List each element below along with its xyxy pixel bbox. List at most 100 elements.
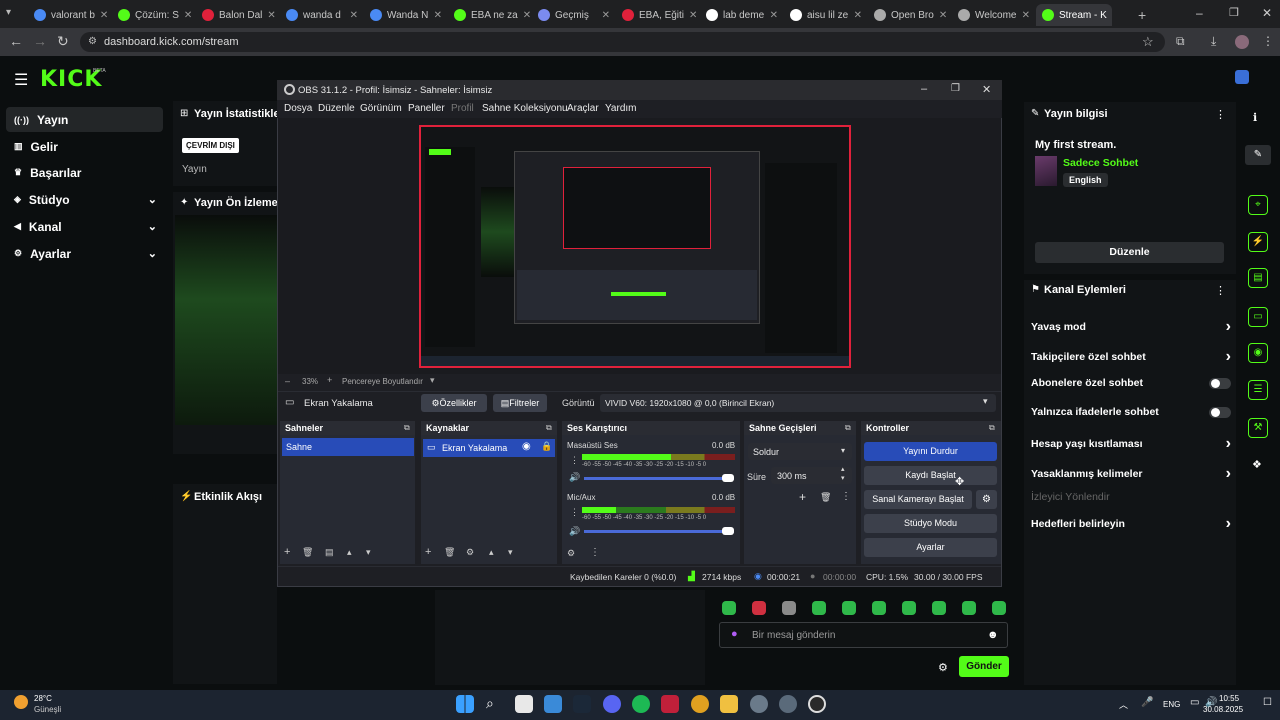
mic-icon[interactable]: ● [731, 628, 738, 640]
sidebar-item-megaphone[interactable]: ◀ Kanal ⌄ [6, 214, 163, 239]
fit-dropdown-icon[interactable]: ▾ [430, 375, 435, 386]
sidebar-item-studio[interactable]: ◈ Stüdyo ⌄ [6, 187, 163, 212]
new-tab-button[interactable]: + [1138, 7, 1146, 23]
obs-close-icon[interactable]: ✕ [982, 83, 991, 96]
notification-icon[interactable]: ☐ [1263, 697, 1272, 708]
browser-tab[interactable]: Çözüm: S ✕ [112, 4, 196, 26]
browser-tab[interactable]: Open Bro ✕ [868, 4, 952, 26]
source-down-icon[interactable]: ▾ [508, 547, 513, 558]
channel-action-row[interactable]: Hesap yaşı kısıtlaması › [1031, 435, 1231, 453]
emote-icon[interactable] [902, 601, 916, 615]
mixer-channel-1-menu-icon[interactable]: ⋮ [570, 455, 579, 466]
tab-close-icon[interactable]: ✕ [350, 10, 358, 21]
url-field[interactable]: dashboard.kick.com/stream [80, 32, 1165, 52]
scene-down-icon[interactable]: ▾ [366, 547, 371, 558]
start-virtual-camera-button[interactable]: Sanal Kamerayı Başlat [864, 490, 972, 509]
sources-float-icon[interactable]: ⧉ [546, 423, 552, 433]
emote-icon[interactable] [872, 601, 886, 615]
browser-tab[interactable]: lab deme ✕ [700, 4, 784, 26]
tray-lang[interactable]: ENG [1163, 700, 1180, 709]
close-icon[interactable]: ✕ [1262, 6, 1272, 20]
sidebar-item-trophy[interactable]: ♛ Başarılar [6, 160, 163, 185]
emote-icon[interactable] [962, 601, 976, 615]
stop-stream-button[interactable]: Yayını Durdur [864, 442, 997, 461]
spotify-icon[interactable] [632, 695, 650, 713]
tab-close-icon[interactable]: ✕ [939, 10, 947, 21]
emote-icon[interactable] [932, 601, 946, 615]
folder-icon[interactable] [720, 695, 738, 713]
user-avatar[interactable] [1235, 70, 1249, 84]
emote-icon[interactable] [752, 601, 766, 615]
scene-add-icon[interactable]: + [284, 546, 290, 558]
hamburger-icon[interactable]: ☰ [14, 70, 28, 90]
tab-close-icon[interactable]: ✕ [100, 10, 108, 21]
fit-window-label[interactable]: Pencereye Boyutlandır [342, 377, 423, 386]
controls-float-icon[interactable]: ⧉ [989, 423, 995, 433]
profile-avatar[interactable] [1235, 35, 1249, 49]
document-icon[interactable]: ▤ [1248, 268, 1268, 288]
obs-menu-3[interactable]: Paneller [408, 103, 445, 114]
weather-icon[interactable] [14, 695, 28, 709]
channel-action-row[interactable]: Takipçilere özel sohbet › [1031, 348, 1231, 366]
emote-icon[interactable] [782, 601, 796, 615]
studio-mode-button[interactable]: Stüdyo Modu [864, 514, 997, 533]
obs-menu-2[interactable]: Görünüm [360, 103, 402, 114]
obs-minimize-icon[interactable]: – [921, 83, 927, 95]
channel-action-row[interactable]: Abonelere özel sohbet [1031, 377, 1231, 389]
toggle-switch[interactable] [1209, 377, 1231, 389]
settings-button[interactable]: Ayarlar [864, 538, 997, 557]
source-remove-icon[interactable]: 🗑 [444, 547, 455, 558]
mixer-channel-1-speaker-icon[interactable]: 🔊 [569, 472, 580, 483]
clock-date[interactable]: 30.08.2025 [1203, 705, 1243, 714]
scene-item[interactable]: Sahne [282, 438, 414, 456]
source-up-icon[interactable]: ▴ [489, 547, 494, 558]
valorant-icon[interactable] [661, 695, 679, 713]
scenes-float-icon[interactable]: ⧉ [404, 423, 410, 433]
chat-bubble-icon[interactable]: ▭ [1248, 307, 1268, 327]
minimize-icon[interactable]: – [1196, 6, 1203, 20]
obs-menu-1[interactable]: Düzenle [318, 103, 355, 114]
obs-menu-0[interactable]: Dosya [284, 103, 312, 114]
obs-menu-7[interactable]: Yardım [605, 103, 637, 114]
channel-action-row[interactable]: Yasaklanmış kelimeler › [1031, 465, 1231, 483]
filters-button[interactable]: ▤Filtreler [493, 394, 547, 412]
virtual-camera-settings-icon[interactable]: ⚙ [976, 490, 997, 509]
scene-remove-icon[interactable]: 🗑 [302, 547, 313, 558]
wrench-icon[interactable]: ⚒ [1248, 418, 1268, 438]
browser-menu-icon[interactable]: ⋮ [1262, 34, 1274, 48]
download-icon[interactable]: ⤓ [1211, 34, 1216, 49]
obs-taskbar-icon[interactable] [808, 695, 826, 713]
tab-close-icon[interactable]: ✕ [267, 10, 275, 21]
tab-close-icon[interactable]: ✕ [689, 10, 697, 21]
photos-icon[interactable] [544, 695, 562, 713]
info-icon[interactable]: ℹ [1253, 111, 1257, 124]
settings-app-icon[interactable] [750, 695, 768, 713]
extensions-icon[interactable]: ⧉ [1176, 34, 1185, 49]
back-icon[interactable]: ← [9, 33, 23, 49]
obs-menu-4[interactable]: Profil [451, 103, 474, 114]
emote-icon[interactable] [992, 601, 1006, 615]
sidebar-item-broadcast[interactable]: ((·)) Yayın [6, 107, 163, 132]
mixer-menu-icon[interactable]: ⋮ [590, 547, 600, 558]
steam-icon[interactable] [573, 695, 591, 713]
obs-maximize-icon[interactable]: ❐ [951, 83, 960, 94]
chrome-icon[interactable] [691, 695, 709, 713]
browser-tab[interactable]: Geçmiş ✕ [532, 4, 616, 26]
mixer-channel-2-menu-icon[interactable]: ⋮ [570, 507, 579, 518]
obs-preview-canvas[interactable] [419, 125, 851, 368]
transition-remove-icon[interactable]: 🗑 [820, 492, 831, 503]
source-lock-icon[interactable]: 🔒 [541, 441, 552, 452]
emote-icon[interactable] [812, 601, 826, 615]
transition-add-icon[interactable]: + [799, 490, 806, 504]
mixer-channel-2-speaker-icon[interactable]: 🔊 [569, 526, 580, 537]
mixer-channel-2-slider[interactable] [584, 530, 734, 533]
browser-tab[interactable]: aisu lil ze ✕ [784, 4, 868, 26]
mixer-channel-2-slider-handle[interactable] [722, 527, 734, 535]
obs-menu-5[interactable]: Sahne Koleksiyonu [482, 103, 568, 114]
browser-tab[interactable]: EBA ne za ✕ [448, 4, 532, 26]
emote-icon[interactable] [842, 601, 856, 615]
browser-tab[interactable]: wanda d ✕ [280, 4, 364, 26]
file-explorer-icon[interactable] [515, 695, 533, 713]
duration-stepper-icon[interactable]: ▴ ▾ [841, 465, 845, 483]
weather-temp[interactable]: 28°C [34, 694, 52, 703]
